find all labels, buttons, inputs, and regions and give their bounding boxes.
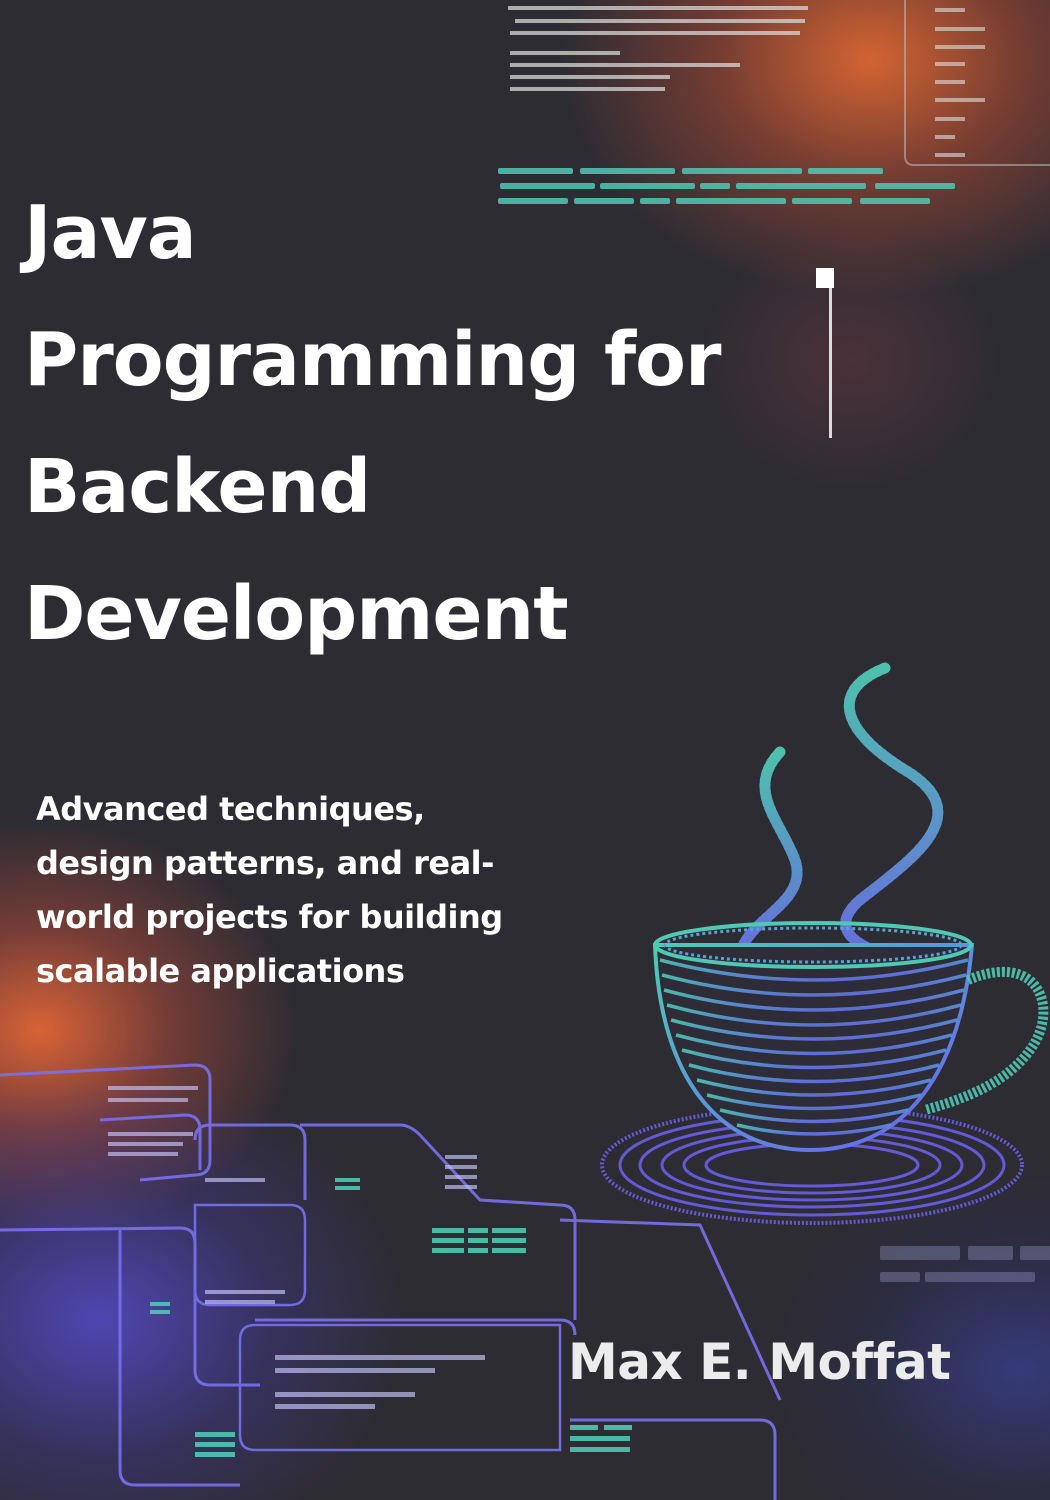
title-line: Java bbox=[24, 190, 197, 276]
circuit-text-marks bbox=[108, 1086, 485, 1409]
book-subtitle: Advanced techniques, design patterns, an… bbox=[36, 782, 556, 998]
coffee-cup-icon bbox=[652, 921, 1049, 1153]
book-title: Java Programming for Backend Development bbox=[24, 170, 721, 678]
book-cover: Java Programming for Backend Development… bbox=[0, 0, 1050, 1500]
cursor-graphic bbox=[816, 268, 834, 438]
title-line: Development bbox=[24, 571, 569, 657]
title-line: Backend bbox=[24, 444, 371, 530]
subtitle-line: design patterns, and real- bbox=[36, 844, 494, 882]
title-line: Programming for bbox=[24, 317, 721, 403]
subtitle-line: scalable applications bbox=[36, 952, 405, 990]
steam-icon bbox=[734, 662, 944, 971]
subtitle-line: world projects for building bbox=[36, 898, 503, 936]
author-name: Max E. Moffat bbox=[568, 1333, 951, 1391]
circuit-board-graphic bbox=[0, 1063, 782, 1500]
screen-bar-graphic bbox=[880, 1246, 1050, 1282]
screen-frame-graphic bbox=[904, 0, 1050, 166]
code-screen-graphic bbox=[508, 6, 808, 91]
subtitle-line: Advanced techniques, bbox=[36, 790, 425, 828]
